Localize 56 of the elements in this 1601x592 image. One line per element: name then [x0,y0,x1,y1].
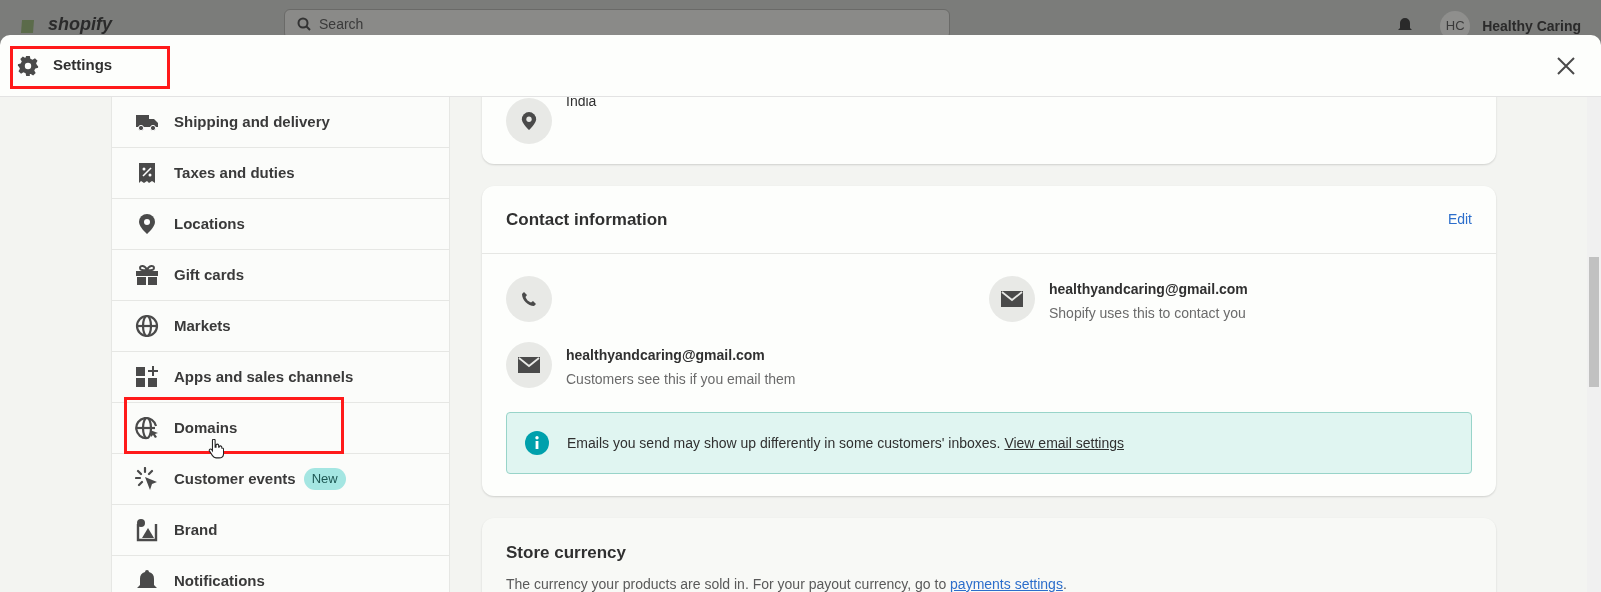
nav-label: Apps and sales channels [174,366,354,387]
store-name: Healthy Caring [1482,19,1581,33]
truck-icon [135,112,159,132]
nav-label: Domains [174,417,238,438]
nav-label: Markets [174,315,231,336]
sparkle-cursor-icon [135,467,159,491]
nav-label: Shipping and delivery [174,111,330,132]
new-badge: New [303,468,346,490]
currency-description: The currency your products are sold in. For your payout currency, go to payments settings. [506,574,1068,592]
globe-cursor-icon [135,416,159,440]
logo-text: shopify [48,15,112,33]
nav-label: Gift cards [174,264,245,285]
phone-icon [506,276,552,322]
apps-icon [135,365,159,389]
receipt-icon [138,162,156,184]
nav-item[interactable]: Gift cards [112,250,449,301]
nav-item[interactable]: Apps and sales channels [112,352,449,403]
nav-item[interactable]: Taxes and duties [112,148,449,199]
nav-item[interactable]: Shipping and delivery [112,97,449,148]
nav-label: Brand [174,519,218,540]
nav-item[interactable]: Brand [112,505,449,556]
hand-cursor-icon [208,439,224,459]
payments-settings-link[interactable]: payments settings [950,575,1063,592]
modal-title: Settings [53,55,113,76]
edit-link[interactable]: Edit [1447,209,1472,230]
nav-item[interactable]: Notifications [112,556,449,592]
nav-label: Taxes and duties [174,162,295,183]
nav-item[interactable]: Customer events New [112,454,449,505]
scrollbar-thumb[interactable] [1589,257,1599,387]
nav-item[interactable]: Markets [112,301,449,352]
envelope-icon [989,276,1035,322]
email-settings-link[interactable]: View email settings [1004,434,1124,451]
close-icon [1556,55,1576,76]
nav-item[interactable]: Locations [112,199,449,250]
nav-label: Notifications [174,570,265,591]
settings-icon [17,54,39,77]
globe-icon [135,314,159,338]
bell-icon[interactable] [1398,17,1413,33]
scrollbar[interactable] [1587,97,1601,592]
email-address: healthyandcaring@gmail.com [566,346,766,365]
search-placeholder: Search [319,17,364,31]
search-icon [297,17,311,31]
envelope-icon [506,342,552,388]
banner-text: Emails you send may show up differently in some customers' inboxes. View email settings [567,433,1124,453]
email-note: Shopify uses this to contact you [1049,304,1247,323]
info-icon [525,431,549,455]
gift-icon [135,264,159,286]
nav-label: Customer events [174,468,296,489]
location-pin-icon [138,213,156,235]
nav-label: Locations [174,213,245,234]
card-title: Store currency [506,542,627,564]
email-note: Customers see this if you email them [566,370,796,389]
image-icon [135,518,159,542]
location-icon [506,97,552,144]
email-address: healthyandcaring@gmail.com [1049,280,1248,299]
card-title: Contact information [506,208,668,231]
